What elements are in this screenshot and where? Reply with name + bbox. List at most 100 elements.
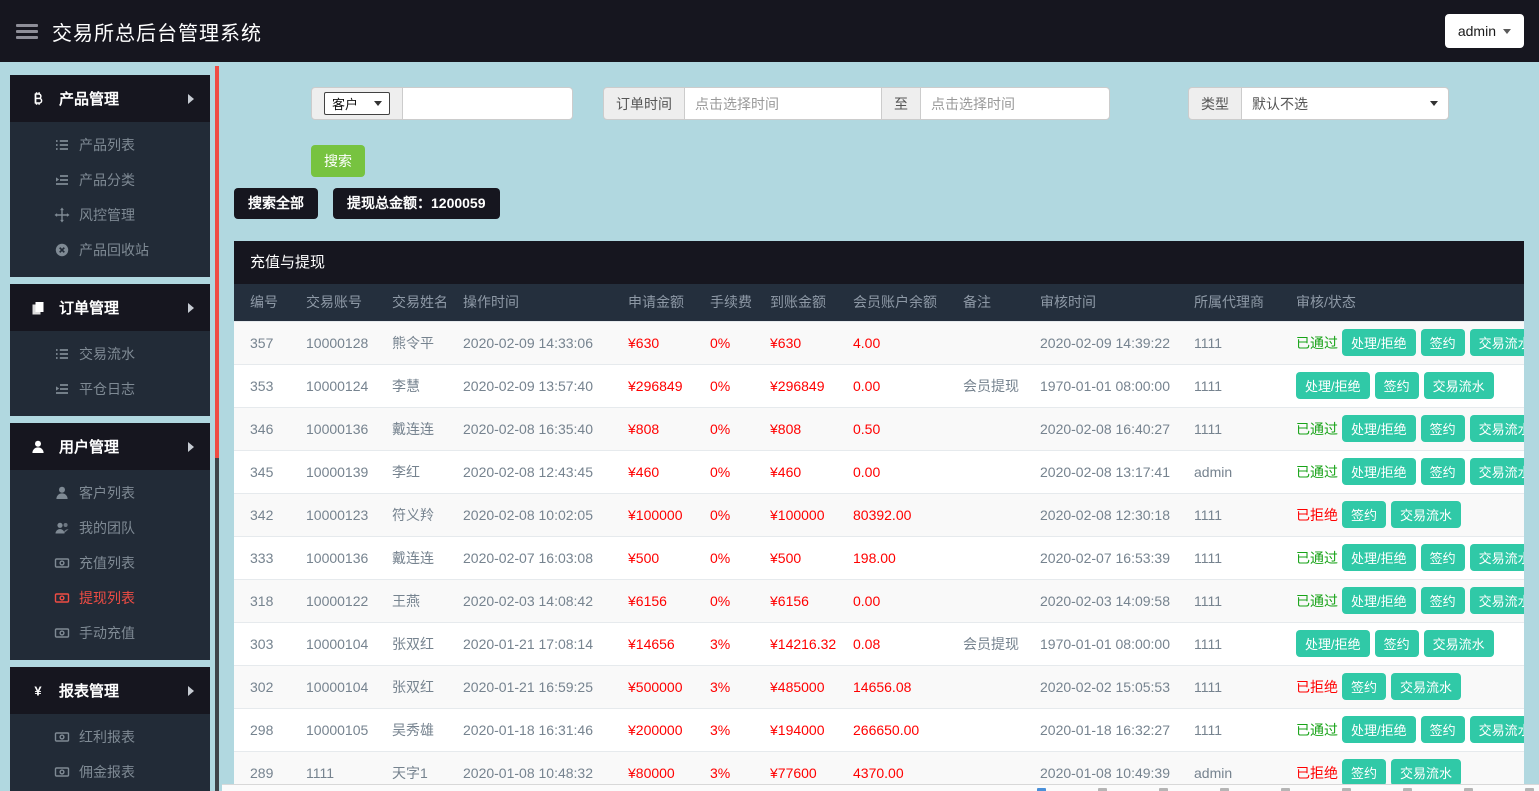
cell-status-actions: 已通过处理/拒绝签约交易流水	[1288, 450, 1524, 493]
sidebar-item-customer-list[interactable]: 客户列表	[10, 475, 210, 510]
search-field-value: 客户	[332, 97, 359, 112]
flow-button[interactable]: 交易流水	[1469, 716, 1524, 743]
cell-agent: 1111	[1194, 678, 1223, 695]
sign-button[interactable]: 签约	[1420, 415, 1465, 442]
cell-apply-amount: ¥500	[628, 549, 660, 566]
search-all-button[interactable]: 搜索全部	[234, 188, 318, 219]
process-reject-button[interactable]: 处理/拒绝	[1342, 458, 1416, 485]
flow-button[interactable]: 交易流水	[1469, 415, 1524, 442]
cell-remark: 会员提现	[963, 377, 1019, 394]
process-reject-button[interactable]: 处理/拒绝	[1342, 587, 1416, 614]
sidebar-section-product[interactable]: 产品管理	[10, 75, 210, 122]
sidebar-item-product-recycle[interactable]: 产品回收站	[10, 232, 210, 267]
cell-received-amount: ¥6156	[770, 592, 809, 609]
sidebar-item-trade-flow[interactable]: 交易流水	[10, 336, 210, 371]
sidebar-section-user[interactable]: 用户管理	[10, 423, 210, 470]
flow-button[interactable]: 交易流水	[1469, 329, 1524, 356]
cell-op-time: 2020-02-09 14:33:06	[463, 334, 593, 351]
keyword-input[interactable]	[402, 87, 573, 120]
column-header-7: 会员账户余额	[853, 294, 937, 311]
process-reject-button[interactable]: 处理/拒绝	[1342, 716, 1416, 743]
cell-agent: 1111	[1194, 635, 1223, 652]
copy-icon	[30, 300, 46, 316]
scrollbar-track[interactable]	[215, 458, 219, 791]
time-to-input[interactable]	[920, 87, 1110, 120]
scrollbar-thumb[interactable]	[215, 66, 219, 458]
sidebar-section-order[interactable]: 订单管理	[10, 284, 210, 331]
cell-status-actions: 处理/拒绝 签约 交易流水	[1288, 622, 1524, 665]
status-badge: 已通过	[1296, 464, 1338, 480]
money-icon	[54, 625, 70, 641]
money-icon	[54, 764, 70, 780]
sidebar-item-label: 充值列表	[79, 554, 135, 571]
sign-button[interactable]: 签约	[1374, 372, 1419, 399]
flow-button[interactable]: 交易流水	[1423, 372, 1494, 399]
sidebar-item-withdraw-list[interactable]: 提现列表	[10, 580, 210, 615]
sidebar-item-product-list[interactable]: 产品列表	[10, 127, 210, 162]
sidebar-item-my-team[interactable]: 我的团队	[10, 510, 210, 545]
process-reject-button[interactable]: 处理/拒绝	[1342, 415, 1416, 442]
sign-button[interactable]: 签约	[1420, 587, 1465, 614]
time-from-input[interactable]	[684, 87, 882, 120]
cell-balance: 0.00	[853, 377, 881, 394]
process-reject-button[interactable]: 处理/拒绝	[1342, 544, 1416, 571]
sign-button[interactable]: 签约	[1342, 673, 1387, 700]
status-badge: 已拒绝	[1296, 765, 1338, 782]
sidebar-item-close-log[interactable]: 平仓日志	[10, 371, 210, 406]
type-select[interactable]: 默认不选	[1241, 87, 1449, 120]
sign-button[interactable]: 签约	[1342, 501, 1387, 528]
sign-button[interactable]: 签约	[1420, 716, 1465, 743]
sidebar-item-product-category[interactable]: 产品分类	[10, 162, 210, 197]
username: admin	[1457, 23, 1496, 39]
cell-account: 10000124	[306, 377, 369, 394]
flow-button[interactable]: 交易流水	[1391, 759, 1462, 787]
flow-button[interactable]: 交易流水	[1423, 630, 1494, 657]
yen-icon: ¥	[30, 683, 46, 699]
sidebar-item-dividend-report[interactable]: 红利报表	[10, 719, 210, 754]
process-reject-button[interactable]: 处理/拒绝	[1342, 329, 1416, 356]
cell-apply-amount: ¥630	[628, 334, 660, 351]
sidebar-item-deposit-list[interactable]: 充值列表	[10, 545, 210, 580]
cell-balance: 266650.00	[853, 721, 920, 738]
cell-agent: 1111	[1194, 420, 1223, 437]
cell-received-amount: ¥14216.32	[770, 635, 837, 652]
badge-row: 搜索全部 提现总金额：1200059	[234, 188, 1524, 219]
cell-status-actions: 已通过处理/拒绝签约交易流水	[1288, 407, 1524, 450]
search-button[interactable]: 搜索	[311, 145, 365, 177]
sidebar-section-report[interactable]: ¥ 报表管理	[10, 667, 210, 714]
cell-status-actions: 已通过处理/拒绝签约交易流水	[1288, 536, 1524, 579]
search-field-select[interactable]: 客户	[324, 92, 390, 115]
sidebar-item-commission-report[interactable]: 佣金报表	[10, 754, 210, 789]
user-menu-button[interactable]: admin	[1444, 14, 1524, 48]
cell-remark	[955, 708, 1032, 751]
sign-button[interactable]: 签约	[1420, 329, 1465, 356]
flow-button[interactable]: 交易流水	[1391, 673, 1462, 700]
sidebar-item-label: 手动充值	[79, 624, 135, 641]
table-body: 357 10000128 熊令平 2020-02-09 14:33:06 ¥630 0% ¥…	[234, 321, 1524, 791]
sidebar-item-label: 客户列表	[79, 484, 135, 501]
sign-button[interactable]: 签约	[1420, 458, 1465, 485]
cell-op-time: 2020-02-09 13:57:40	[463, 377, 593, 394]
keyword-filter-group: 客户	[311, 87, 573, 120]
cell-id: 303	[250, 635, 274, 652]
cell-name: 李慧	[392, 377, 420, 394]
sidebar-section-label: 用户管理	[59, 439, 120, 456]
flow-button[interactable]: 交易流水	[1469, 544, 1524, 571]
chevron-right-icon	[188, 685, 194, 696]
sign-button[interactable]: 签约	[1342, 759, 1387, 787]
flow-button[interactable]: 交易流水	[1469, 458, 1524, 485]
menu-icon[interactable]	[16, 21, 38, 42]
process-reject-button[interactable]: 处理/拒绝	[1296, 372, 1370, 399]
sign-button[interactable]: 签约	[1420, 544, 1465, 571]
cell-review-time: 2020-02-09 14:39:22	[1040, 334, 1170, 351]
sidebar-item-manual-deposit[interactable]: 手动充值	[10, 615, 210, 650]
sidebar-item-risk-control[interactable]: 风控管理	[10, 197, 210, 232]
sign-button[interactable]: 签约	[1374, 630, 1419, 657]
flow-button[interactable]: 交易流水	[1469, 587, 1524, 614]
cell-agent: 1111	[1194, 592, 1223, 609]
process-reject-button[interactable]: 处理/拒绝	[1296, 630, 1370, 657]
column-header-5: 手续费	[710, 294, 752, 311]
flow-button[interactable]: 交易流水	[1391, 501, 1462, 528]
sidebar: 产品管理产品列表 产品分类 风控管理 产品回收站订单管理交易流水 平仓日志用户管理客户列…	[10, 75, 210, 791]
status-badge: 已通过	[1296, 421, 1338, 437]
